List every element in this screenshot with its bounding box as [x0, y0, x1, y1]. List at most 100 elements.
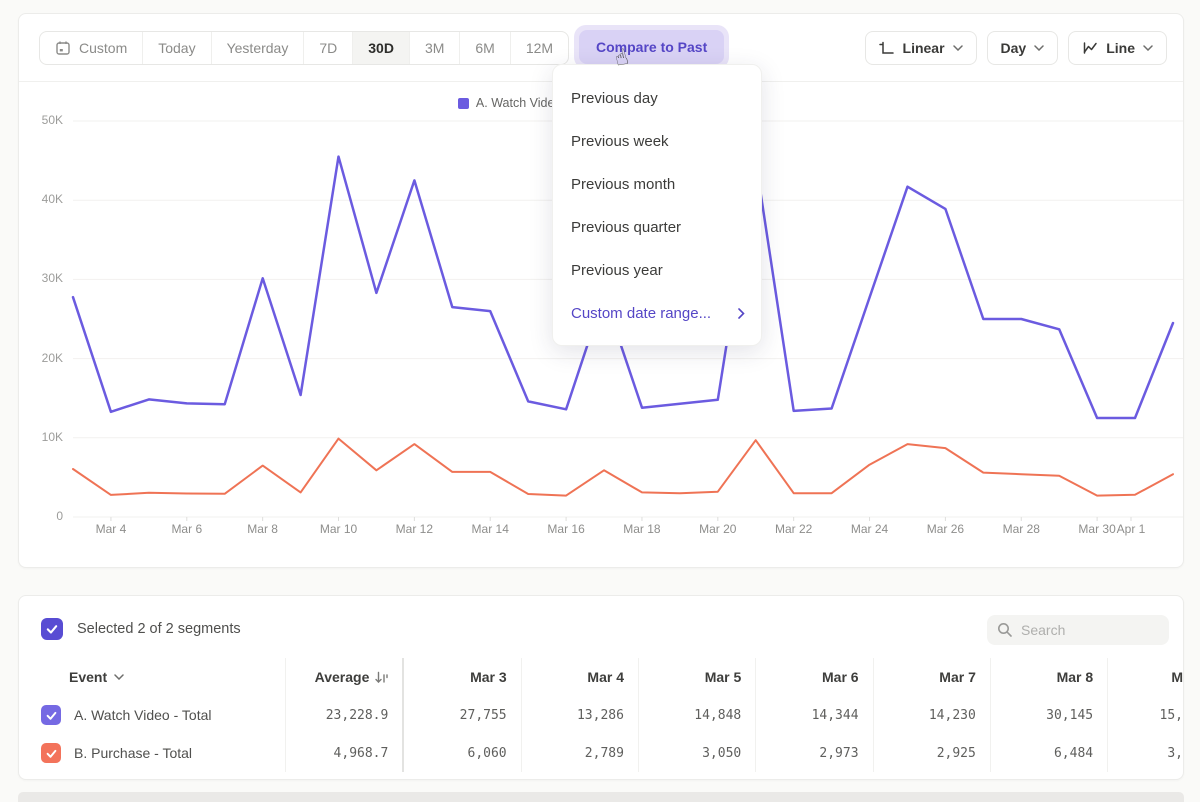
segment-value: 3, [1108, 734, 1183, 772]
y-axis-label: 0 [25, 509, 63, 523]
column-header-event[interactable]: Event [19, 658, 286, 696]
segment-value: 2,789 [522, 734, 639, 772]
column-header-mar-6[interactable]: Mar 6 [756, 658, 873, 696]
segment-value: 27,755 [404, 696, 521, 734]
calendar-icon [55, 40, 71, 56]
column-header-mar-3[interactable]: Mar 3 [404, 658, 521, 696]
chart-type-button[interactable]: Line [1068, 31, 1167, 65]
segment-value: 15, [1108, 696, 1183, 734]
column-header-mar-8[interactable]: Mar 8 [991, 658, 1108, 696]
scale-label: Linear [903, 40, 945, 56]
chevron-down-icon [114, 674, 124, 680]
custom-date-range-label: Custom date range... [571, 305, 711, 322]
segment-row[interactable]: A. Watch Video - Total 23,228.927,75513,2… [19, 696, 1183, 734]
x-axis-label: Mar 10 [320, 522, 357, 536]
segment-checkbox[interactable] [41, 743, 61, 763]
column-header-mar-7[interactable]: Mar 7 [874, 658, 991, 696]
x-axis-label: Mar 6 [171, 522, 202, 536]
event-header-label: Event [69, 669, 107, 685]
search-input[interactable] [1021, 622, 1151, 638]
x-axis-label: Mar 26 [927, 522, 964, 536]
chevron-down-icon [1034, 45, 1044, 51]
chart-type-label: Line [1106, 40, 1135, 56]
segment-value: 30,145 [991, 696, 1108, 734]
column-header-label: Mar 8 [1057, 669, 1094, 685]
segment-value: 13,286 [522, 696, 639, 734]
range-30d[interactable]: 30D [352, 32, 409, 64]
range-today[interactable]: Today [142, 32, 210, 64]
x-axis-label: Mar 24 [851, 522, 888, 536]
segments-card: Selected 2 of 2 segments Event Average Mar… [18, 595, 1184, 780]
menu-item-previous-week[interactable]: Previous week [553, 120, 761, 163]
segment-value: 2,925 [874, 734, 991, 772]
column-header-m[interactable]: M [1108, 658, 1183, 696]
menu-item-custom-date-range[interactable]: Custom date range... [553, 292, 761, 335]
y-axis-label: 40K [25, 192, 63, 206]
segments-table: Event Average Mar 3 Mar 4 Mar 5 Mar 6 Mar 7 Mar… [19, 658, 1183, 772]
interval-button[interactable]: Day [987, 31, 1059, 65]
segment-row-label-cell: A. Watch Video - Total [19, 696, 286, 734]
chevron-right-icon [738, 308, 745, 319]
chart-options: Linear Day Line [865, 31, 1167, 65]
segment-label: B. Purchase - Total [74, 745, 192, 761]
column-header-average[interactable]: Average [286, 658, 405, 696]
column-header-label: M [1171, 669, 1183, 685]
scale-button[interactable]: Linear [865, 31, 977, 65]
column-header-mar-5[interactable]: Mar 5 [639, 658, 756, 696]
range-custom-label: Custom [79, 40, 127, 56]
x-axis-label: Mar 30 [1078, 522, 1115, 536]
range-yesterday[interactable]: Yesterday [211, 32, 304, 64]
segment-search [987, 615, 1169, 645]
selected-segments-summary: Selected 2 of 2 segments [77, 621, 241, 637]
check-icon [45, 709, 58, 722]
table-body: A. Watch Video - Total 23,228.927,75513,2… [19, 696, 1183, 772]
x-axis-label: Mar 12 [396, 522, 433, 536]
column-header-label: Mar 4 [587, 669, 624, 685]
axis-scale-icon [879, 40, 895, 56]
segment-label: A. Watch Video - Total [74, 707, 211, 723]
chart-toolbar: Custom Today Yesterday 7D 30D 3M 6M 12M … [39, 31, 1167, 65]
menu-item-previous-quarter[interactable]: Previous quarter [553, 206, 761, 249]
interval-label: Day [1001, 40, 1027, 56]
x-axis-label: Mar 20 [699, 522, 736, 536]
range-custom[interactable]: Custom [40, 32, 142, 64]
x-axis-label: Mar 8 [247, 522, 278, 536]
x-axis-label: Mar 22 [775, 522, 812, 536]
menu-item-previous-year[interactable]: Previous year [553, 249, 761, 292]
compare-to-past-menu: Previous day Previous week Previous mont… [552, 64, 762, 346]
y-axis-label: 10K [25, 430, 63, 444]
next-section-edge [18, 792, 1184, 802]
menu-item-previous-month[interactable]: Previous month [553, 163, 761, 206]
series-line-purchase [73, 439, 1173, 496]
range-12m[interactable]: 12M [510, 32, 568, 64]
y-axis-label: 30K [25, 271, 63, 285]
range-3m[interactable]: 3M [409, 32, 459, 64]
compare-to-past-button[interactable]: Compare to Past [579, 30, 724, 64]
search-icon [997, 622, 1013, 638]
segment-value: 14,344 [756, 696, 873, 734]
segment-checkbox[interactable] [41, 705, 61, 725]
date-range-picker: Custom Today Yesterday 7D 30D 3M 6M 12M [39, 31, 569, 65]
watch-video-swatch [458, 98, 469, 109]
menu-item-previous-day[interactable]: Previous day [553, 77, 761, 120]
column-header-label: Mar 6 [822, 669, 859, 685]
select-all-checkbox[interactable] [41, 618, 63, 640]
x-axis-label: Mar 18 [623, 522, 660, 536]
segment-value: 3,050 [639, 734, 756, 772]
segment-value: 14,848 [639, 696, 756, 734]
check-icon [45, 747, 58, 760]
range-6m[interactable]: 6M [459, 32, 509, 64]
segment-value: 14,230 [874, 696, 991, 734]
segment-row[interactable]: B. Purchase - Total4,968.76,0602,7893,05… [19, 734, 1183, 772]
y-axis-label: 20K [25, 351, 63, 365]
table-header-row: Event Average Mar 3 Mar 4 Mar 5 Mar 6 Mar 7 Mar… [19, 658, 1183, 696]
x-axis-label: Mar 16 [547, 522, 584, 536]
segment-value: 6,484 [991, 734, 1108, 772]
column-header-mar-4[interactable]: Mar 4 [522, 658, 639, 696]
segment-value: 23,228.9 [286, 696, 405, 734]
segment-row-label-cell: B. Purchase - Total [19, 734, 286, 772]
range-7d[interactable]: 7D [303, 32, 352, 64]
chevron-down-icon [953, 45, 963, 51]
column-header-label: Average [315, 669, 370, 685]
x-axis-label: Mar 14 [472, 522, 509, 536]
